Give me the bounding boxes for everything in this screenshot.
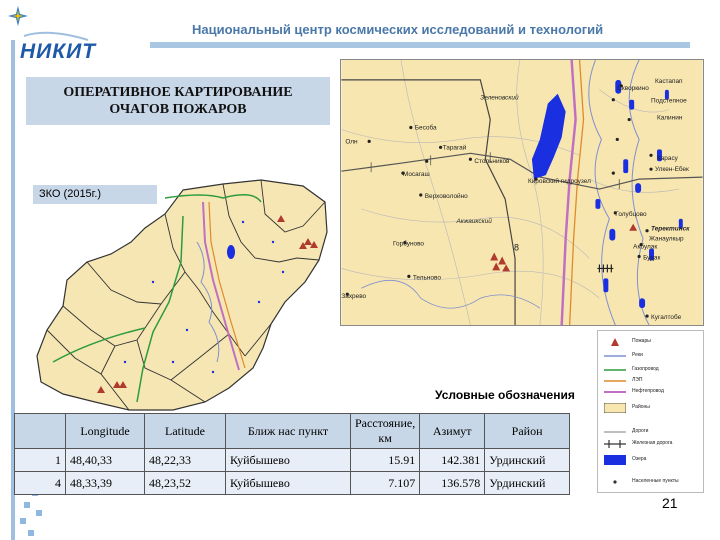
column-header: Latitude: [144, 413, 226, 449]
map-label: Калинин: [657, 115, 683, 122]
settlement-dot-icon: [613, 480, 617, 484]
road-line-icon: [604, 431, 626, 433]
river-line-icon: [604, 355, 626, 357]
map-label: Будак: [643, 254, 660, 261]
map-label: Горбуново: [393, 240, 424, 248]
map-label: Тарагай: [443, 143, 467, 151]
map-label: Карасу: [657, 155, 679, 162]
map-label: Кировский гидроузел: [528, 177, 591, 185]
map-label: Олн: [345, 138, 358, 145]
header-title: Национальный центр космических исследова…: [192, 22, 604, 37]
fire-coordinates-table: Longitude Latitude Ближ нас пункт Рассто…: [14, 413, 570, 495]
region-label: ЗКО (2015г.): [33, 185, 157, 204]
map-label: Теректинск: [651, 226, 690, 233]
power-line-icon: [604, 380, 626, 382]
map-label: Подстепное: [651, 98, 687, 105]
lake-area-icon: [604, 455, 626, 465]
legend-item: Районы: [602, 403, 702, 413]
table-cell: 48,23,52: [144, 471, 226, 495]
table-cell: Урдинский: [484, 471, 570, 495]
map-label: Зеленовский: [480, 94, 519, 102]
table-cell: 4: [14, 471, 66, 495]
railway-icon: [604, 440, 626, 448]
table-row: 4 48,33,39 48,23,52 Куйбышево 7.107 136.…: [14, 471, 570, 495]
oil-pipeline-line-icon: [604, 391, 626, 393]
table-cell: 48,33,39: [65, 471, 145, 495]
map-label: Кастапап: [655, 78, 683, 85]
map-label: Скворкино: [617, 85, 649, 92]
map-label: Акжаикский: [455, 217, 492, 225]
legend-item: Газопровод: [602, 365, 702, 375]
legend-item: Реки: [602, 351, 702, 361]
column-header: Азимут: [419, 413, 486, 449]
map-label: Улкен-Ебек: [655, 165, 689, 173]
table-cell: 142.381: [419, 448, 486, 472]
legend-item: Дороги: [602, 427, 702, 437]
table-cell: Куйбышево: [225, 471, 351, 495]
map-label: Кугалтобе: [651, 313, 682, 321]
legend-item: Озера: [602, 455, 702, 465]
table-header-row: Longitude Latitude Ближ нас пункт Рассто…: [14, 413, 570, 449]
map-label: Захрево: [341, 293, 366, 300]
table-row: 1 48,40,33 48,22,33 Куйбышево 15.91 142.…: [14, 448, 570, 472]
logo-text: НИКИТ: [20, 40, 97, 63]
logo: НИКИТ: [8, 6, 96, 66]
map-label: Жанаулкыр: [649, 236, 684, 243]
column-header: Район: [484, 413, 570, 449]
map-label: Акбулак: [633, 243, 657, 251]
table-cell: Куйбышево: [225, 448, 351, 472]
table-cell: 1: [14, 448, 66, 472]
gas-pipeline-line-icon: [604, 369, 626, 371]
table-cell: 48,40,33: [65, 448, 145, 472]
column-header: [14, 413, 66, 449]
legend-item: Нефтепровод: [602, 387, 702, 397]
table-cell: 7.107: [349, 471, 421, 495]
legend-item: Населенные пункты: [602, 477, 702, 487]
map-label: Голубцово: [615, 210, 647, 218]
table-cell: 136.578: [419, 471, 486, 495]
table-cell: 48,22,33: [144, 448, 226, 472]
detail-fire-map: Зеленовский Кастапап Скворкино Подстепно…: [340, 59, 704, 326]
slide-title-line1: ОПЕРАТИВНОЕ КАРТИРОВАНИЕ: [63, 85, 293, 100]
map-label: Тельново: [413, 274, 442, 281]
page-number: 21: [662, 495, 678, 511]
legend-item: Пожары: [602, 337, 702, 347]
map-legend: Пожары Реки Газопровод ЛЭП Нефтепровод Р…: [597, 330, 704, 493]
slide-title-line2: ОЧАГОВ ПОЖАРОВ: [109, 102, 247, 117]
fire-number-label: 8: [514, 243, 519, 253]
legend-item: Железная дорога: [602, 439, 702, 449]
district-area-icon: [604, 403, 626, 413]
slide-title: ОПЕРАТИВНОЕ КАРТИРОВАНИЕ ОЧАГОВ ПОЖАРОВ: [26, 77, 330, 125]
map-label: Мосагаш: [403, 171, 430, 178]
column-header: Longitude: [65, 413, 145, 449]
legend-heading: Условные обозначения: [435, 388, 575, 402]
map-label: Стольников: [474, 158, 510, 165]
column-header: Расстояние, км: [349, 413, 421, 449]
header-rule: [150, 42, 690, 48]
column-header: Ближ нас пункт: [225, 413, 351, 449]
legend-item: ЛЭП: [602, 376, 702, 386]
map-label: Бесоба: [415, 123, 437, 131]
map-label: Верховолойно: [425, 192, 468, 200]
fire-icon: [611, 338, 619, 346]
table-cell: 15.91: [349, 448, 421, 472]
table-cell: Урдинский: [484, 448, 570, 472]
